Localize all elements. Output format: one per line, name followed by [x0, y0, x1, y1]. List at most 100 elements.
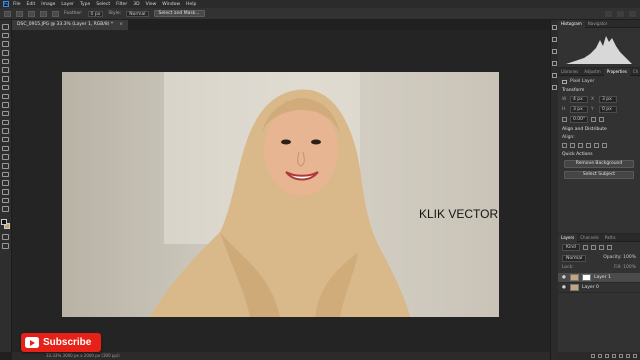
layer-mask-thumbnail[interactable] [582, 274, 591, 281]
new-layer-icon[interactable] [626, 354, 630, 358]
kind-filter-select[interactable]: Kind [562, 244, 580, 251]
x-field[interactable]: 3 px [599, 96, 617, 103]
gradient-tool-icon[interactable] [2, 128, 9, 134]
feather-input[interactable]: 0 px [87, 10, 104, 17]
clone-stamp-tool-icon[interactable] [2, 102, 9, 108]
move-tool-icon[interactable] [2, 24, 9, 30]
gradients-panel-icon[interactable] [552, 61, 557, 66]
menu-help[interactable]: Help [186, 2, 196, 7]
filter-shape-icon[interactable] [606, 245, 612, 250]
tab-channels-short[interactable]: Ch [630, 68, 640, 76]
adjustment-layer-icon[interactable] [612, 354, 616, 358]
menu-window[interactable]: Window [162, 2, 180, 7]
tab-adjustments[interactable]: Adjustm [581, 68, 603, 76]
tab-libraries[interactable]: Libraries [558, 68, 581, 76]
flip-horizontal-icon[interactable] [591, 117, 597, 122]
layer-name[interactable]: Layer 0 [582, 285, 599, 290]
patterns-panel-icon[interactable] [552, 73, 557, 78]
menu-view[interactable]: View [146, 2, 157, 7]
filter-type-icon[interactable] [598, 245, 604, 250]
brushes-panel-icon[interactable] [552, 85, 557, 90]
tab-histogram[interactable]: Histogram [558, 19, 585, 28]
align-right-icon[interactable] [578, 143, 583, 148]
lasso-tool-icon[interactable] [2, 41, 9, 47]
height-field[interactable]: 3 px [570, 106, 588, 113]
zoom-tool-icon[interactable] [2, 197, 9, 204]
tab-properties[interactable]: Properties [603, 67, 630, 76]
search-icon[interactable] [605, 11, 612, 17]
document-tab[interactable]: DSC_0915.JPG @ 33.3% (Layer 1, RGB/8) * … [12, 20, 128, 30]
close-tab-icon[interactable]: × [119, 20, 123, 30]
delete-layer-icon[interactable] [633, 354, 637, 358]
marquee-tool-icon[interactable] [16, 10, 23, 17]
menu-type[interactable]: Type [80, 2, 90, 7]
healing-brush-tool-icon[interactable] [2, 84, 9, 91]
color-panel-icon[interactable] [552, 37, 557, 42]
angle-field[interactable]: 0.00° [570, 116, 589, 123]
rectangle-tool-icon[interactable] [2, 180, 9, 186]
canvas-area[interactable]: KLIK VECTOR MASK [12, 30, 550, 352]
menu-3d[interactable]: 3D [133, 2, 139, 7]
blend-mode-select[interactable]: Normal [562, 255, 587, 262]
layer-name[interactable]: Layer 1 [594, 275, 611, 280]
flip-vertical-icon[interactable] [599, 117, 605, 122]
visibility-eye-icon[interactable]: ● [562, 275, 567, 280]
fill-field[interactable]: 100% [623, 265, 636, 270]
tab-paths[interactable]: Paths [602, 234, 619, 242]
tab-channels[interactable]: Channels [577, 234, 602, 242]
swatches-panel-icon[interactable] [552, 49, 557, 54]
tab-layers[interactable]: Layers [558, 233, 578, 242]
quick-mask-icon[interactable] [2, 234, 9, 240]
tab-navigator[interactable]: Navigator [585, 20, 611, 28]
dodge-tool-icon[interactable] [2, 145, 9, 152]
edit-toolbar-icon[interactable] [2, 206, 9, 212]
filter-pixel-icon[interactable] [582, 245, 588, 250]
color-swatches[interactable] [0, 219, 11, 231]
blur-tool-icon[interactable] [2, 136, 9, 143]
add-mask-icon[interactable] [605, 354, 609, 358]
subtract-selection-icon[interactable] [52, 10, 59, 17]
menu-file[interactable]: File [13, 2, 21, 7]
width-field[interactable]: 4 px [570, 96, 588, 103]
subscribe-button[interactable]: Subscribe [21, 333, 101, 352]
history-panel-icon[interactable] [552, 25, 557, 30]
layer-style-icon[interactable] [598, 354, 602, 358]
link-layers-icon[interactable] [591, 354, 595, 358]
crop-tool-icon[interactable] [2, 58, 9, 65]
y-field[interactable]: 0 px [599, 106, 617, 113]
layer-row-layer-0[interactable]: ● Layer 0 [558, 283, 640, 293]
eraser-tool-icon[interactable] [2, 119, 9, 126]
new-group-icon[interactable] [619, 354, 623, 358]
menu-edit[interactable]: Edit [27, 2, 36, 7]
align-top-icon[interactable] [586, 143, 591, 148]
menu-layer[interactable]: Layer [61, 2, 74, 7]
rotate-icon[interactable] [562, 117, 567, 122]
workspace-icon[interactable] [617, 11, 624, 17]
home-icon[interactable] [4, 10, 11, 17]
frame-tool-icon[interactable] [2, 67, 9, 73]
screen-mode-icon[interactable] [2, 243, 9, 249]
select-subject-button[interactable]: Select Subject [564, 171, 634, 179]
select-and-mask-button[interactable]: Select and Mask... [153, 10, 205, 17]
menu-image[interactable]: Image [41, 2, 55, 7]
document-image[interactable]: KLIK VECTOR MASK [62, 72, 499, 317]
type-tool-icon[interactable] [2, 163, 9, 169]
brush-tool-icon[interactable] [2, 93, 9, 99]
share-icon[interactable] [629, 11, 636, 17]
opacity-field[interactable]: 100% [623, 255, 636, 260]
photoshop-logo-icon[interactable]: Ps [3, 1, 9, 7]
hand-tool-icon[interactable] [2, 189, 9, 195]
remove-background-button[interactable]: Remove Background [564, 160, 634, 168]
rectangular-marquee-tool-icon[interactable] [2, 32, 9, 39]
menu-filter[interactable]: Filter [116, 2, 127, 7]
style-select[interactable]: Normal [126, 10, 149, 17]
history-brush-tool-icon[interactable] [2, 110, 9, 117]
eyedropper-tool-icon[interactable] [2, 76, 9, 82]
pen-tool-icon[interactable] [2, 154, 9, 160]
align-left-icon[interactable] [562, 143, 567, 148]
menu-select[interactable]: Select [96, 2, 110, 7]
path-selection-tool-icon[interactable] [2, 171, 9, 178]
quick-selection-tool-icon[interactable] [2, 50, 9, 56]
new-selection-icon[interactable] [28, 10, 35, 17]
align-bottom-icon[interactable] [602, 143, 607, 148]
